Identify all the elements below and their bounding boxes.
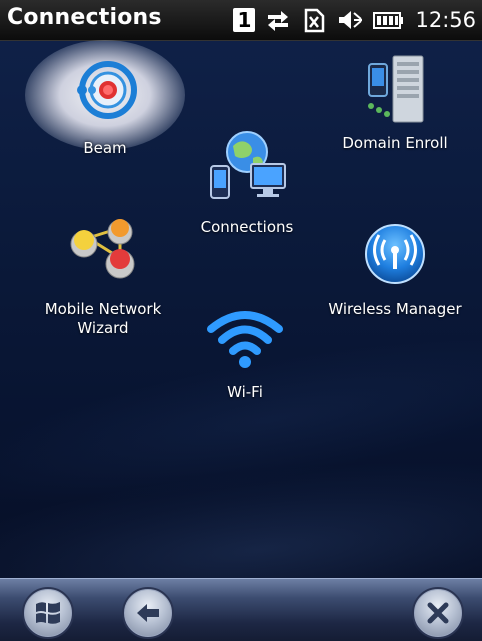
app-mobile-network-wizard[interactable]: Mobile Network Wizard — [28, 210, 178, 338]
start-button[interactable] — [22, 587, 74, 639]
app-wifi[interactable]: Wi-Fi — [190, 305, 300, 402]
page-title: Connections — [7, 5, 162, 30]
app-label: Domain Enroll — [342, 134, 448, 152]
clock[interactable]: 12:56 — [415, 8, 476, 32]
app-label-line1: Mobile Network — [44, 300, 162, 318]
battery-icon[interactable] — [373, 7, 404, 33]
app-connections[interactable]: Connections — [182, 128, 312, 237]
back-arrow-icon — [137, 604, 159, 622]
app-label: Beam — [83, 139, 127, 157]
domain-enroll-icon — [368, 55, 424, 123]
status-icons: 1 12:56 — [233, 5, 476, 35]
data-transfer-icon[interactable] — [265, 7, 291, 33]
app-label: Wi-Fi — [227, 383, 263, 401]
back-button[interactable] — [122, 587, 174, 639]
windows-logo-icon — [36, 602, 60, 624]
screen: Connections 1 12:56 Beam Domain Enroll C… — [0, 0, 482, 641]
app-wireless-manager[interactable]: Wireless Manager — [315, 222, 475, 319]
wireless-manager-icon — [365, 224, 425, 284]
app-label-line2: Wizard — [77, 319, 129, 337]
wifi-icon — [207, 311, 283, 368]
volume-muted-icon[interactable] — [337, 7, 363, 33]
notification-badge[interactable]: 1 — [233, 8, 256, 32]
app-domain-enroll[interactable]: Domain Enroll — [325, 52, 465, 153]
close-icon — [427, 602, 449, 624]
app-label: Connections — [200, 218, 294, 236]
connections-icon — [210, 131, 286, 199]
status-bar: Connections 1 12:56 — [0, 0, 482, 41]
beam-icon — [77, 61, 137, 119]
close-button[interactable] — [412, 587, 464, 639]
app-beam[interactable]: Beam — [45, 55, 165, 158]
app-label: Mobile Network Wizard — [45, 300, 162, 338]
app-label: Wireless Manager — [328, 300, 462, 318]
network-wizard-icon — [70, 219, 135, 279]
sim-card-icon[interactable] — [301, 7, 327, 33]
